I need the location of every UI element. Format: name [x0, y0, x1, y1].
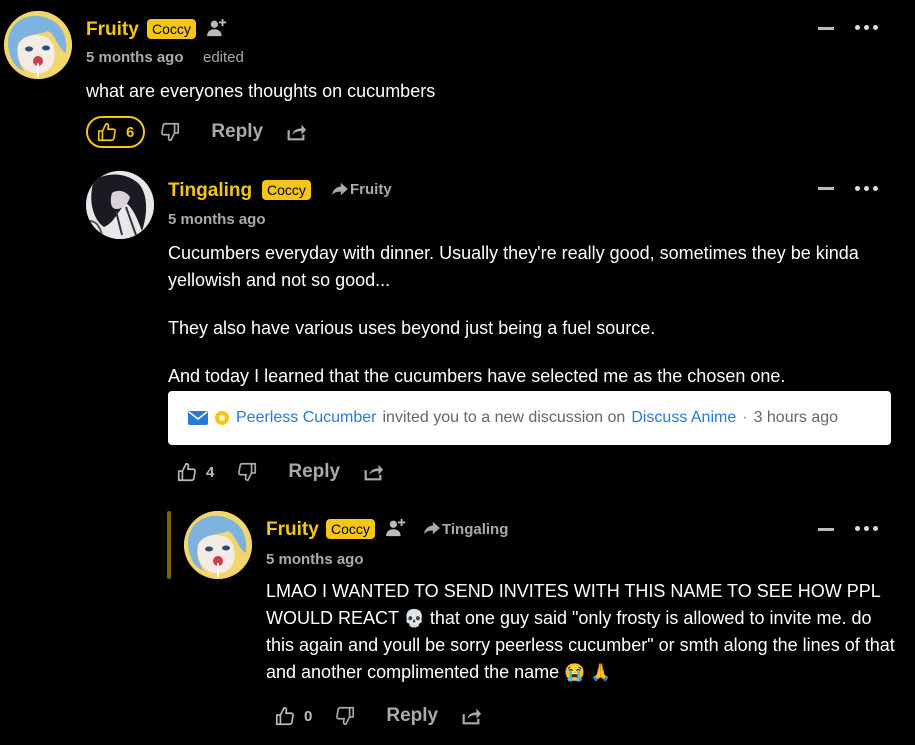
reply-to-user[interactable]: Tingaling: [442, 521, 508, 538]
avatar[interactable]: [184, 511, 252, 579]
comment-fruity-nested-reply: Fruity Coccy Tingaling 5 months ago LMAO…: [0, 0, 915, 745]
author-name[interactable]: Fruity: [266, 519, 319, 541]
thread-highlight-line: [167, 511, 171, 579]
thumbs-up-icon: [274, 705, 296, 727]
crying-emoji: 😭: [564, 663, 586, 682]
like-count: 0: [304, 707, 313, 725]
user-badge: Coccy: [326, 519, 375, 539]
skull-emoji: 💀: [403, 609, 425, 628]
like-button[interactable]: 0: [274, 705, 312, 727]
comment-actions: 0 Reply: [274, 699, 482, 733]
more-icon[interactable]: [855, 526, 878, 531]
reply-arrow-icon: [423, 521, 441, 535]
thumbs-down-icon[interactable]: [334, 705, 356, 727]
share-icon[interactable]: [460, 705, 482, 727]
add-user-icon[interactable]: [386, 517, 408, 537]
timestamp[interactable]: 5 months ago: [266, 551, 364, 568]
collapse-icon[interactable]: [818, 528, 834, 531]
praying-hands-emoji: 🙏: [590, 663, 612, 682]
comment-text: LMAO I WANTED TO SEND INVITES WITH THIS …: [266, 578, 896, 686]
reply-button[interactable]: Reply: [386, 705, 438, 727]
